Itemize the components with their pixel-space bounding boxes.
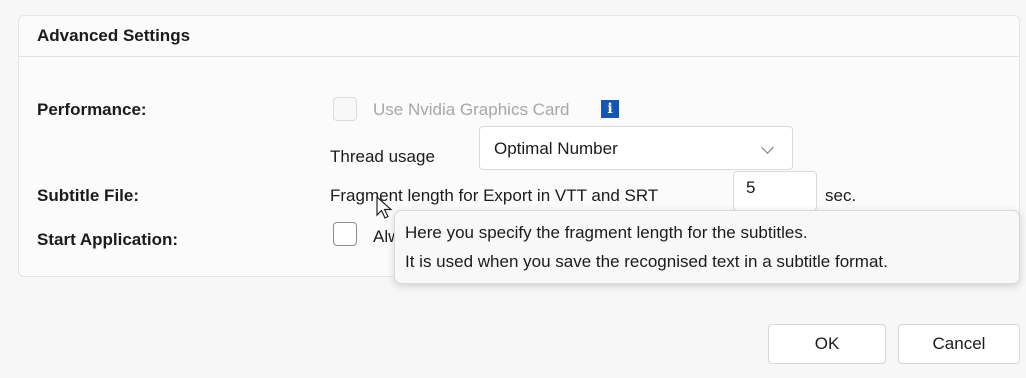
chevron-down-icon	[761, 141, 774, 154]
mouse-cursor-icon	[376, 196, 393, 219]
cancel-button[interactable]: Cancel	[898, 324, 1020, 364]
performance-label: Performance:	[37, 100, 147, 119]
nvidia-label: Use Nvidia Graphics Card	[373, 100, 570, 119]
group-header: Advanced Settings	[19, 16, 1019, 57]
thread-usage-select[interactable]: Optimal Number	[479, 126, 793, 170]
always-checkbox[interactable]	[333, 222, 357, 246]
thread-usage-label: Thread usage	[330, 147, 435, 166]
tooltip-line-1: Here you specify the fragment length for…	[405, 223, 808, 242]
tooltip-line-2: It is used when you save the recognised …	[405, 252, 888, 271]
thread-usage-value: Optimal Number	[494, 139, 618, 158]
fragment-tooltip: Here you specify the fragment length for…	[394, 210, 1020, 284]
start-application-label: Start Application:	[37, 230, 179, 249]
group-title: Advanced Settings	[37, 26, 191, 45]
subtitle-file-label: Subtitle File:	[37, 186, 139, 205]
info-icon[interactable]: i	[601, 100, 619, 118]
nvidia-checkbox[interactable]	[333, 97, 357, 121]
fragment-length-input[interactable]: 5	[733, 171, 817, 211]
ok-button[interactable]: OK	[768, 324, 886, 364]
seconds-unit: sec.	[825, 186, 857, 205]
